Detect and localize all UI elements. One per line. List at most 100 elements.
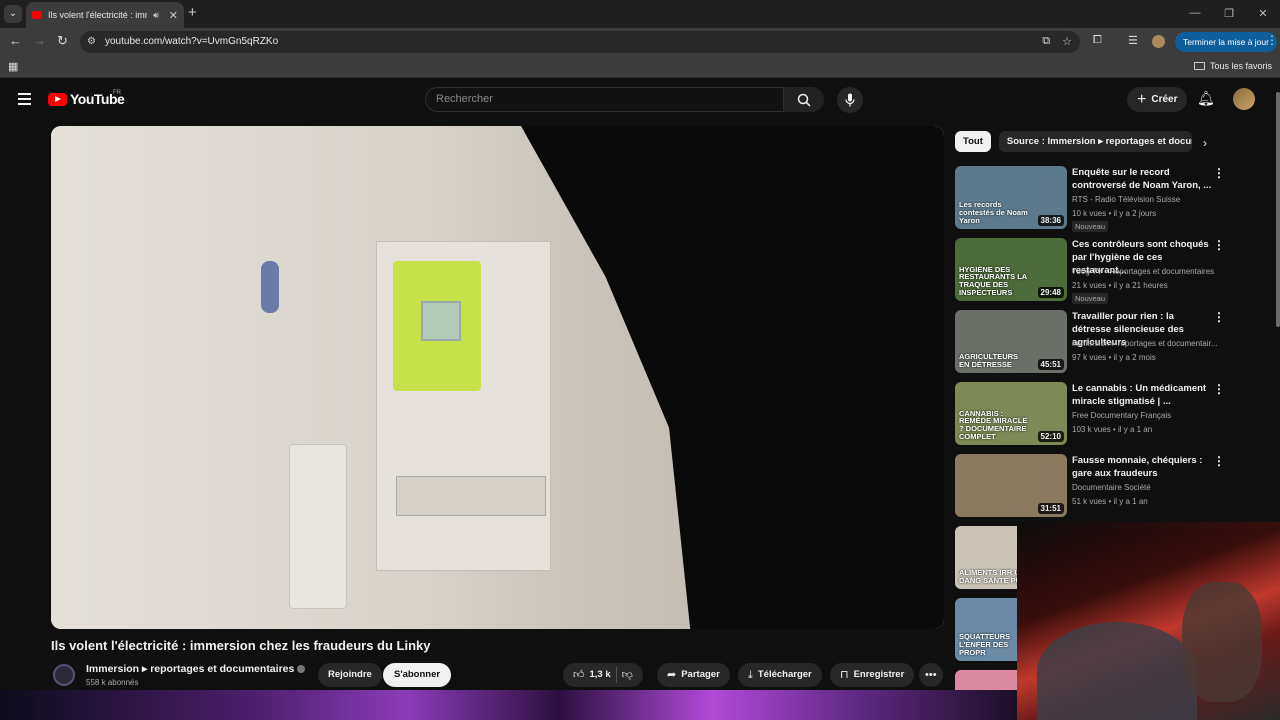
- recommendation-channel[interactable]: Free Documentary Français: [1072, 411, 1222, 420]
- tab-title: Ils volent l'électricité : imme: [48, 10, 148, 20]
- create-button[interactable]: + Créer: [1127, 87, 1188, 112]
- back-icon[interactable]: ←: [9, 33, 22, 48]
- overlay-bottom-strip: [0, 690, 1017, 720]
- video-thumbnail[interactable]: Les records contestés de Noam Yaron 38:3…: [955, 166, 1067, 229]
- all-bookmarks[interactable]: Tous les favoris: [1193, 61, 1272, 71]
- share-icon: ➦: [667, 669, 677, 681]
- video-frame-figurine: [261, 261, 279, 313]
- recommendation-item[interactable]: 31:51 Fausse monnaie, chéquiers : gare a…: [955, 454, 1225, 526]
- close-tab-icon[interactable]: ✕: [169, 9, 178, 22]
- new-tab-icon[interactable]: +: [188, 4, 197, 21]
- recommendation-meta: 103 k vues • il y a 1 an: [1072, 425, 1153, 434]
- recommendation-channel[interactable]: RTS - Radio Télévision Suisse: [1072, 195, 1222, 204]
- recommendation-title[interactable]: Enquête sur le record controversé de Noa…: [1072, 166, 1212, 192]
- audio-icon[interactable]: 🔊︎: [153, 10, 159, 21]
- subscriber-count: 558 k abonnés: [86, 678, 139, 687]
- search-button[interactable]: [784, 87, 824, 112]
- new-badge: Nouveau: [1072, 293, 1109, 304]
- install-icon[interactable]: ⧉: [1042, 35, 1050, 48]
- recommendation-item[interactable]: Les records contestés de Noam Yaron 38:3…: [955, 166, 1225, 238]
- tab-search-icon[interactable]: ⌄: [4, 5, 22, 23]
- user-avatar[interactable]: [1233, 88, 1255, 110]
- menu-icon[interactable]: [18, 93, 31, 108]
- notifications-bell-icon[interactable]: 🔔︎: [1197, 90, 1215, 107]
- thumbs-up-icon[interactable]: 👍︎: [573, 663, 585, 687]
- recommendation-channel[interactable]: Documentaire Société: [1072, 483, 1222, 492]
- like-count[interactable]: 1,3 k: [590, 663, 611, 687]
- browser-tab[interactable]: Ils volent l'électricité : imme 🔊︎ ✕: [26, 2, 184, 28]
- apps-grid-icon[interactable]: ▦: [8, 60, 18, 73]
- video-title: Ils volent l'électricité : immersion che…: [51, 638, 431, 653]
- channel-avatar[interactable]: [53, 664, 75, 686]
- all-bookmarks-label: Tous les favoris: [1209, 61, 1272, 71]
- recommendation-item[interactable]: AGRICULTEURS EN DÉTRESSE 45:51 Travaille…: [955, 310, 1225, 382]
- page-scrollbar[interactable]: [1276, 92, 1280, 327]
- subscribe-button[interactable]: S'abonner: [383, 663, 452, 687]
- bookmark-star-icon[interactable]: ☆: [1062, 35, 1072, 48]
- extensions-icon[interactable]: ⧠: [1093, 34, 1102, 47]
- video-thumbnail[interactable]: HYGIÈNE DES RESTAURANTS LA TRAQUE DES IN…: [955, 238, 1067, 301]
- recommendation-meta: 97 k vues • il y a 2 mois: [1072, 353, 1156, 362]
- more-vertical-icon[interactable]: ⋮: [1213, 166, 1225, 180]
- forward-icon[interactable]: →: [33, 33, 46, 48]
- more-vertical-icon[interactable]: ⋮: [1213, 310, 1225, 324]
- plus-icon: +: [1137, 90, 1147, 108]
- recommendation-title[interactable]: Fausse monnaie, chéquiers : gare aux fra…: [1072, 454, 1212, 480]
- save-label: Enregistrer: [853, 669, 905, 680]
- bookmark-icon: ⊓: [840, 669, 849, 681]
- restore-icon[interactable]: ❐: [1212, 0, 1246, 26]
- youtube-play-icon: [48, 92, 67, 106]
- join-button[interactable]: Rejoindre: [318, 663, 382, 687]
- channel-name[interactable]: Immersion ▸ reportages et documentaires: [86, 663, 306, 675]
- video-thumbnail[interactable]: CANNABIS : REMÈDE MIRACLE ? DOCUMENTAIRE…: [955, 382, 1067, 445]
- chip-source[interactable]: Source : Immersion ▸ reportages et docum…: [998, 131, 1192, 152]
- reload-icon[interactable]: ↻: [57, 33, 68, 49]
- window-controls: — ❐ ✕: [1178, 0, 1280, 26]
- folder-icon: [1193, 62, 1205, 70]
- create-label: Créer: [1151, 94, 1178, 105]
- search-icon: [797, 93, 811, 107]
- video-thumbnail[interactable]: AGRICULTEURS EN DÉTRESSE 45:51: [955, 310, 1067, 373]
- download-icon: ⤓: [748, 669, 753, 681]
- new-badge: Nouveau: [1072, 221, 1109, 232]
- more-vertical-icon[interactable]: ⋮: [1213, 454, 1225, 468]
- recommendation-channel[interactable]: Immersion ▸ reportages et documentair...: [1072, 339, 1222, 348]
- voice-search-button[interactable]: [837, 87, 863, 113]
- chip-all[interactable]: Tout: [955, 131, 991, 152]
- recommendation-item[interactable]: CANNABIS : REMÈDE MIRACLE ? DOCUMENTAIRE…: [955, 382, 1225, 454]
- video-duration: 45:51: [1037, 359, 1064, 370]
- microphone-icon: [845, 93, 855, 107]
- more-vertical-icon[interactable]: ⋮: [1213, 238, 1225, 252]
- thumbs-down-icon[interactable]: 👎︎: [622, 663, 633, 687]
- more-horizontal-icon: •••: [925, 669, 937, 681]
- browser-tabbar: ⌄ Ils volent l'électricité : imme 🔊︎ ✕ +…: [0, 0, 1280, 28]
- like-divider: [615, 667, 617, 683]
- thumbnail-caption: HYGIÈNE DES RESTAURANTS LA TRAQUE DES IN…: [959, 264, 1027, 298]
- chevron-right-icon[interactable]: ›: [1203, 136, 1207, 150]
- more-vertical-icon[interactable]: ⋮: [1213, 382, 1225, 396]
- save-button[interactable]: ⊓ Enregistrer: [830, 663, 915, 687]
- minimize-icon[interactable]: —: [1178, 0, 1212, 26]
- webcam-person-face: [1182, 582, 1262, 702]
- share-button[interactable]: ➦ Partager: [657, 663, 730, 687]
- recommendation-item[interactable]: HYGIÈNE DES RESTAURANTS LA TRAQUE DES IN…: [955, 238, 1225, 310]
- close-window-icon[interactable]: ✕: [1246, 0, 1280, 26]
- share-label: Partager: [681, 669, 720, 680]
- recommendation-channel[interactable]: 750g TV - Reportages et documentaires: [1072, 267, 1222, 276]
- site-info-icon[interactable]: ⚙: [87, 36, 96, 47]
- reading-list-icon[interactable]: ☰: [1128, 34, 1138, 47]
- video-player[interactable]: [51, 126, 944, 629]
- address-bar[interactable]: ⚙ youtube.com/watch?v=UvmGn5qRZKo ⧉ ☆: [80, 31, 1080, 53]
- country-code: FR: [113, 90, 121, 96]
- video-thumbnail[interactable]: 31:51: [955, 454, 1067, 517]
- browser-menu-icon[interactable]: ⋮: [1266, 33, 1278, 47]
- search-input[interactable]: Rechercher: [425, 87, 784, 112]
- update-button[interactable]: Terminer la mise à jour: [1175, 32, 1277, 52]
- like-dislike-group: 👍︎ 1,3 k 👎︎: [563, 663, 643, 687]
- recommendation-title[interactable]: Le cannabis : Un médicament miracle stig…: [1072, 382, 1212, 408]
- profile-avatar[interactable]: [1152, 35, 1165, 48]
- verified-icon: [297, 665, 306, 674]
- download-button[interactable]: ⤓ Télécharger: [738, 663, 822, 687]
- download-label: Télécharger: [757, 669, 812, 680]
- more-actions-button[interactable]: •••: [919, 663, 943, 687]
